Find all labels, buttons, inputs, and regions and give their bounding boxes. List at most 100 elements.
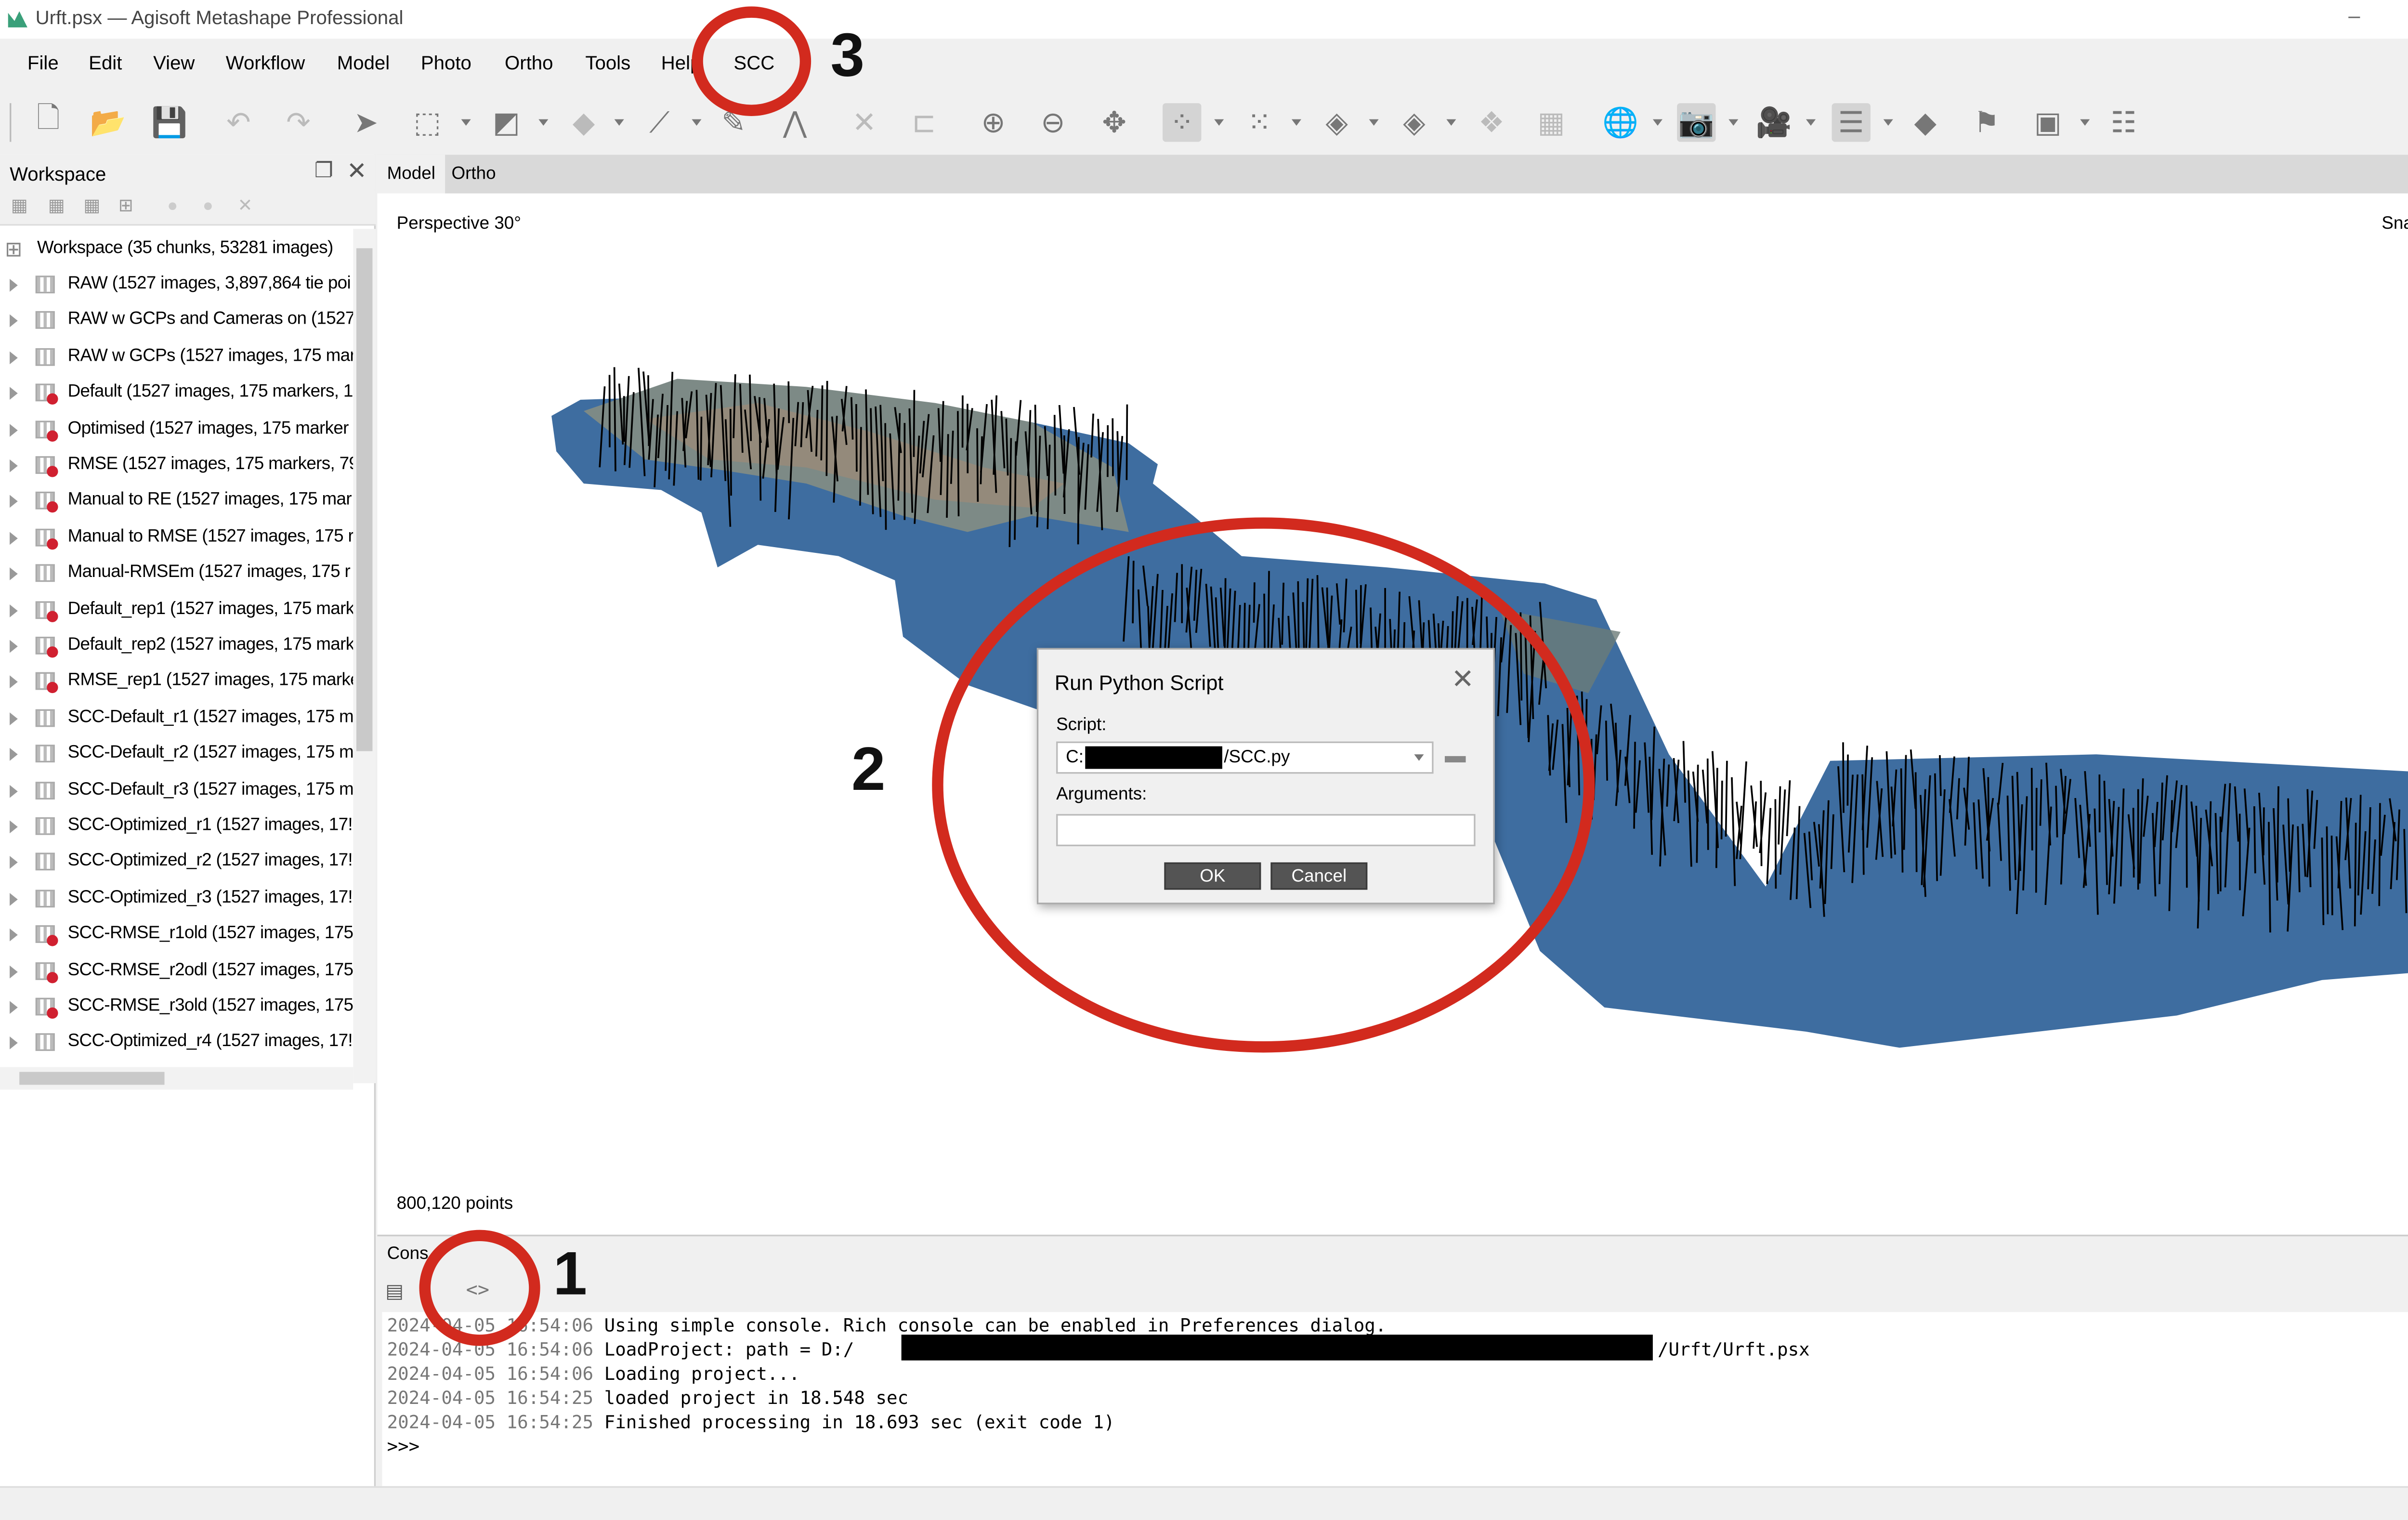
chevron-down-icon[interactable]	[1446, 119, 1456, 126]
tab-ortho[interactable]: Ortho	[442, 155, 505, 193]
console-prompt[interactable]: >>>	[387, 1435, 420, 1459]
expand-arrow-icon[interactable]	[10, 314, 18, 328]
workspace-root[interactable]: ⊞ Workspace (35 chunks, 53281 images)	[0, 232, 353, 268]
chunk-row[interactable]: SCC-Optimized_r3 (1527 images, 17!	[0, 881, 353, 917]
save-log-icon[interactable]: ▤	[385, 1280, 404, 1302]
restore-button[interactable]: ❐	[2388, 0, 2408, 36]
chevron-down-icon[interactable]	[2080, 119, 2090, 126]
chunk-row[interactable]: SCC-Optimized_r4 (1527 images, 17!	[0, 1026, 353, 1061]
menu-file[interactable]: File	[27, 52, 59, 74]
expand-arrow-icon[interactable]	[10, 1001, 18, 1014]
chunk-row[interactable]: Manual-RMSEm (1527 images, 175 r	[0, 556, 353, 592]
dem-icon[interactable]: ❖	[1472, 103, 1511, 142]
chunk-row[interactable]: RAW (1527 images, 3,897,864 tie poi	[0, 268, 353, 303]
zoom-out-icon[interactable]: ⊖	[1034, 103, 1072, 142]
undock-icon[interactable]: ❐	[314, 158, 333, 184]
chevron-down-icon[interactable]	[1369, 119, 1379, 126]
chevron-down-icon[interactable]	[461, 119, 471, 126]
expand-arrow-icon[interactable]	[10, 784, 18, 798]
expand-arrow-icon[interactable]	[10, 892, 18, 906]
chunk-row[interactable]: Manual to RE (1527 images, 175 mar	[0, 484, 353, 520]
draw-shape-icon[interactable]: ⋀	[775, 103, 814, 142]
expand-arrow-icon[interactable]	[10, 856, 18, 870]
chunk-row[interactable]: Default_rep1 (1527 images, 175 mark	[0, 592, 353, 628]
expand-arrow-icon[interactable]	[10, 423, 18, 436]
expand-arrow-icon[interactable]	[10, 603, 18, 617]
close-icon[interactable]: ✕	[347, 157, 367, 185]
chunk-row[interactable]: SCC-RMSE_r1old (1527 images, 175	[0, 917, 353, 953]
flag-icon[interactable]: ⚑	[1967, 103, 2006, 142]
expand-arrow-icon[interactable]	[10, 351, 18, 364]
chunk-row[interactable]: SCC-Optimized_r2 (1527 images, 17!	[0, 845, 353, 881]
chevron-down-icon[interactable]	[1652, 119, 1662, 126]
expand-arrow-icon[interactable]	[10, 712, 18, 725]
layers-stack-icon[interactable]: ☷	[2104, 103, 2143, 142]
delete-selection-icon[interactable]: ✕	[845, 103, 883, 142]
expand-arrow-icon[interactable]	[10, 1037, 18, 1050]
chevron-down-icon[interactable]	[1291, 119, 1301, 126]
chunk-row[interactable]: Optimised (1527 images, 175 marker	[0, 412, 353, 447]
tiled-model-icon[interactable]: ◈	[1395, 103, 1433, 142]
expand-arrow-icon[interactable]	[10, 387, 18, 400]
chunk-row[interactable]: SCC-Optimized_r1 (1527 images, 17!	[0, 809, 353, 845]
expand-arrow-icon[interactable]	[10, 676, 18, 689]
enable-icon[interactable]: ●	[161, 197, 184, 216]
add-photos-icon[interactable]: ▦	[45, 197, 68, 216]
crop-selection-icon[interactable]: ⊏	[904, 103, 943, 142]
save-icon[interactable]: 💾	[150, 103, 188, 142]
chevron-down-icon[interactable]	[1806, 119, 1816, 126]
redo-icon[interactable]: ↷	[279, 103, 317, 142]
globe-icon[interactable]: 🌐	[1601, 103, 1640, 142]
menu-workflow[interactable]: Workflow	[226, 52, 305, 74]
expand-arrow-icon[interactable]	[10, 531, 18, 545]
camera-tripod-icon[interactable]: 🎥	[1754, 103, 1793, 142]
rectangle-selection-icon[interactable]: ⬚	[408, 103, 446, 142]
chevron-down-icon[interactable]	[538, 119, 549, 126]
expand-arrow-icon[interactable]	[10, 748, 18, 761]
show-points-icon[interactable]: ⁘	[1163, 103, 1202, 142]
add-marker-icon[interactable]: ⊞	[115, 197, 137, 216]
add-folder-icon[interactable]: ▦	[80, 197, 103, 216]
menu-photo[interactable]: Photo	[421, 52, 471, 74]
menu-model[interactable]: Model	[337, 52, 390, 74]
tree-vertical-scroll-thumb[interactable]	[356, 248, 373, 751]
chevron-down-icon[interactable]	[1214, 119, 1224, 126]
menu-edit[interactable]: Edit	[89, 52, 122, 74]
reset-view-icon[interactable]: ✥	[1095, 103, 1133, 142]
chunk-row[interactable]: Default_rep2 (1527 images, 175 mark	[0, 629, 353, 664]
add-chunk-icon[interactable]: ▦	[8, 197, 31, 216]
expand-arrow-icon[interactable]	[10, 459, 18, 472]
chunk-row[interactable]: SCC-RMSE_r3old (1527 images, 175	[0, 990, 353, 1025]
chunk-row[interactable]: SCC-RMSE_r2odl (1527 images, 175	[0, 954, 353, 989]
minimize-button[interactable]: –	[2322, 0, 2386, 36]
expand-arrow-icon[interactable]	[10, 820, 18, 834]
resize-region-icon[interactable]: ◩	[487, 103, 525, 142]
console-output[interactable]: 2024-04-05 16:54:06 Using simple console…	[382, 1312, 2408, 1490]
chunk-row[interactable]: RAW w GCPs and Cameras on (1527	[0, 304, 353, 340]
dense-cloud-icon[interactable]: ⁙	[1240, 103, 1279, 142]
show-markers-icon[interactable]: ☰	[1832, 103, 1871, 142]
chunk-row[interactable]: Manual to RMSE (1527 images, 175 r	[0, 520, 353, 556]
menu-ortho[interactable]: Ortho	[505, 52, 553, 74]
chunk-row[interactable]: SCC-Default_r3 (1527 images, 175 m	[0, 773, 353, 809]
expand-arrow-icon[interactable]	[10, 640, 18, 653]
expand-arrow-icon[interactable]	[10, 929, 18, 942]
image-layer-icon[interactable]: ▣	[2028, 103, 2067, 142]
zoom-in-icon[interactable]: ⊕	[974, 103, 1012, 142]
tree-horizontal-scroll-thumb[interactable]	[19, 1072, 165, 1085]
chevron-down-icon[interactable]	[614, 119, 624, 126]
disable-icon[interactable]: ●	[196, 197, 219, 216]
new-document-icon[interactable]: 🗋	[29, 102, 67, 142]
chunk-row[interactable]: SCC-Default_r1 (1527 images, 175 m	[0, 701, 353, 736]
ruler-icon[interactable]: ⟋	[640, 103, 679, 142]
remove-icon[interactable]: ✕	[234, 197, 256, 216]
camera-icon[interactable]: 📷	[1677, 103, 1716, 142]
orthomosaic-icon[interactable]: ▦	[1532, 103, 1570, 142]
show-model-icon[interactable]: ◈	[1317, 103, 1356, 142]
chunk-row[interactable]: RMSE (1527 images, 175 markers, 79	[0, 448, 353, 484]
undo-icon[interactable]: ↶	[219, 103, 258, 142]
chunk-row[interactable]: RAW w GCPs (1527 images, 175 mar	[0, 340, 353, 375]
chunk-row[interactable]: SCC-Default_r2 (1527 images, 175 m	[0, 737, 353, 773]
expand-arrow-icon[interactable]	[10, 965, 18, 978]
chevron-down-icon[interactable]	[1883, 119, 1893, 126]
